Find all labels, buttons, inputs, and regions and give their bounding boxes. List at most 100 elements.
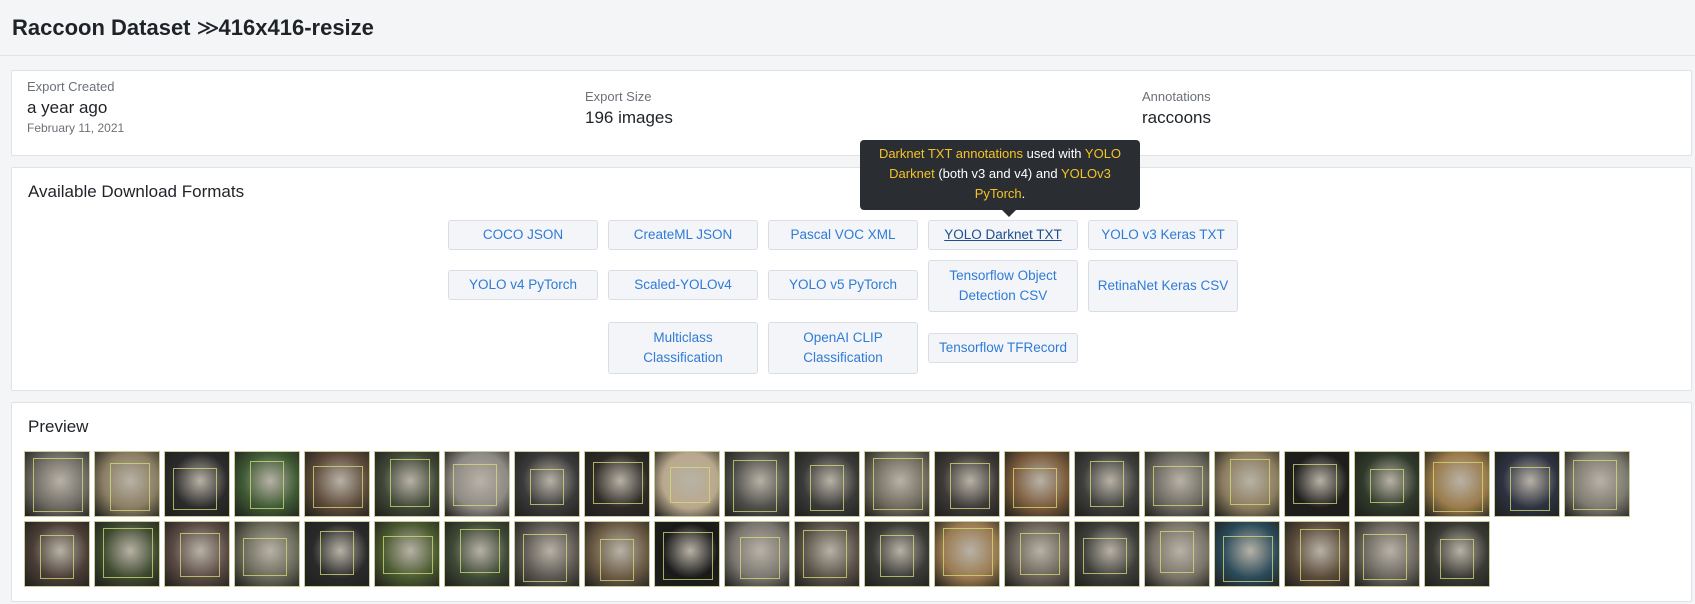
export-size-stat: Export Size 196 images [585,89,673,128]
preview-thumbnail[interactable] [934,521,1000,587]
annotation-box [33,458,83,512]
annotation-box [1573,460,1617,510]
annotation-box [740,537,780,579]
preview-thumbnail[interactable] [1004,521,1070,587]
annotation-box [873,458,923,510]
preview-thumbnail[interactable] [724,521,790,587]
format-button-scaled-yolov4[interactable]: Scaled-YOLOv4 [608,270,758,300]
preview-thumbnail[interactable] [794,521,860,587]
tooltip-text: . [1021,186,1026,201]
annotation-box [1440,539,1474,579]
annotation-box [943,528,993,576]
annotation-box [383,536,433,574]
annotation-box [1363,534,1407,580]
preview-thumbnail[interactable] [514,451,580,517]
dataset-name[interactable]: Raccoon Dataset [12,15,191,41]
annotation-box [810,465,844,511]
preview-thumbnail[interactable] [304,521,370,587]
annotation-box [1020,533,1060,575]
preview-thumbnail[interactable] [374,521,440,587]
preview-thumbnail[interactable] [24,521,90,587]
annotation-box [1293,464,1337,504]
export-created-value: a year ago [27,98,108,117]
preview-thumbnail[interactable] [584,521,650,587]
preview-thumbnail[interactable] [584,451,650,517]
preview-thumbnail[interactable] [1564,451,1630,517]
preview-thumbnail[interactable] [724,451,790,517]
annotation-box [180,533,220,577]
preview-thumbnail[interactable] [1214,521,1280,587]
preview-thumbnail[interactable] [514,521,580,587]
annotation-box [880,535,914,577]
preview-thumbnail[interactable] [934,451,1000,517]
preview-thumbnail[interactable] [444,521,510,587]
annotation-box [1153,466,1203,506]
preview-thumbnail[interactable] [1214,451,1280,517]
preview-thumbnail[interactable] [1074,521,1140,587]
preview-thumbnail[interactable] [1494,451,1560,517]
annotation-box [523,534,567,582]
format-button-coco-json[interactable]: COCO JSON [448,220,598,250]
preview-card: Preview [11,402,1692,602]
preview-thumbnail[interactable] [24,451,90,517]
preview-thumbnail[interactable] [864,521,930,587]
annotation-box [103,528,153,578]
annotation-box [320,531,354,575]
preview-thumbnail[interactable] [1144,451,1210,517]
preview-thumbnail[interactable] [1074,451,1140,517]
preview-thumbnail[interactable] [1354,521,1420,587]
preview-thumbnail[interactable] [94,521,160,587]
preview-thumbnail[interactable] [1354,451,1420,517]
format-button-yolo-v5-pytorch[interactable]: YOLO v5 PyTorch [768,270,918,300]
format-button-openai-clip-classification[interactable]: OpenAI CLIP Classification [768,322,918,374]
breadcrumb-separator-icon: ≫ [196,14,220,40]
format-button-tensorflow-object-detection-csv[interactable]: Tensorflow Object Detection CSV [928,260,1078,312]
preview-thumbnail[interactable] [654,521,720,587]
annotation-box [670,467,710,503]
preview-thumbnail[interactable] [304,451,370,517]
annotations-value: raccoons [1142,108,1211,127]
preview-thumbnail[interactable] [1424,521,1490,587]
format-button-multiclass-classification[interactable]: Multiclass Classification [608,322,758,374]
preview-thumbnail[interactable] [164,521,230,587]
tooltip-highlight: Darknet TXT annotations [878,146,1023,161]
export-size-label: Export Size [585,89,652,104]
format-button-retinanet-keras-csv[interactable]: RetinaNet Keras CSV [1088,260,1238,312]
preview-thumbnail[interactable] [654,451,720,517]
annotation-box [110,463,150,511]
format-button-yolo-v4-pytorch[interactable]: YOLO v4 PyTorch [448,270,598,300]
preview-thumbnail[interactable] [234,521,300,587]
format-button-tensorflow-tfrecord[interactable]: Tensorflow TFRecord [928,333,1078,363]
format-tooltip: Darknet TXT annotations used with YOLO D… [860,140,1140,210]
preview-thumbnail[interactable] [444,451,510,517]
download-formats-card: Available Download Formats COCO JSON Crea… [11,167,1692,391]
export-info-card: Export Created a year ago February 11, 2… [11,70,1692,156]
format-button-yolo-darknet-txt[interactable]: YOLO Darknet TXT [928,220,1078,250]
annotation-box [600,539,634,581]
annotation-box [1013,468,1057,508]
download-formats-title: Available Download Formats [28,182,245,201]
preview-thumbnail[interactable] [1004,451,1070,517]
preview-thumbnail[interactable] [1144,521,1210,587]
preview-thumbnail[interactable] [1284,521,1350,587]
annotation-box [460,529,500,573]
preview-thumbnail[interactable] [864,451,930,517]
version-name: 416x416-resize [218,14,374,40]
tooltip-text: used with [1023,146,1085,161]
format-button-pascal-voc-xml[interactable]: Pascal VOC XML [768,220,918,250]
preview-thumbnail[interactable] [234,451,300,517]
preview-thumbnail[interactable] [374,451,440,517]
preview-thumbnail[interactable] [794,451,860,517]
preview-thumbnail[interactable] [1424,451,1490,517]
preview-thumbnail[interactable] [164,451,230,517]
export-size-value: 196 images [585,108,673,127]
annotation-box [250,461,284,509]
preview-thumbnail[interactable] [94,451,160,517]
format-button-yolo-v3-keras-txt[interactable]: YOLO v3 Keras TXT [1088,220,1238,250]
annotation-box [950,463,990,509]
preview-thumbnail[interactable] [1284,451,1350,517]
tooltip-arrow-icon [1002,210,1016,217]
export-created-date: February 11, 2021 [27,121,125,135]
format-button-createml-json[interactable]: CreateML JSON [608,220,758,250]
annotation-box [1223,536,1273,582]
